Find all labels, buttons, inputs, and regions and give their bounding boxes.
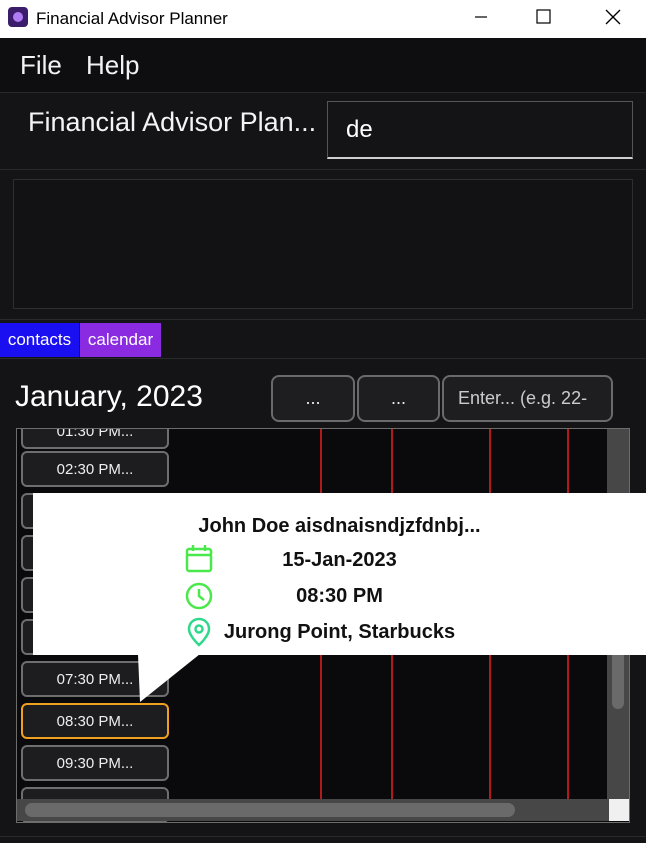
tab-calendar[interactable]: calendar	[80, 323, 161, 357]
horizontal-scrollbar[interactable]	[17, 799, 609, 821]
time-slot[interactable]: 01:30 PM...	[21, 429, 169, 449]
popup-pointer	[138, 654, 200, 702]
time-slot-active[interactable]: 08:30 PM...	[21, 703, 169, 739]
month-label: January, 2023	[15, 380, 203, 413]
event-date: 15-Jan-2023	[282, 549, 397, 571]
event-location: Jurong Point, Starbucks	[223, 621, 456, 643]
minimize-button[interactable]	[458, 0, 504, 34]
event-time: 08:30 PM	[296, 585, 383, 607]
tab-contacts[interactable]: contacts	[0, 323, 79, 357]
app-icon	[8, 7, 28, 27]
page-title: Financial Advisor Plan...	[28, 107, 317, 137]
minimize-icon	[475, 16, 487, 18]
result-display	[13, 179, 633, 309]
maximize-icon	[536, 9, 551, 24]
prev-month-button[interactable]: ...	[271, 375, 355, 422]
menu-file[interactable]: File	[20, 50, 62, 81]
horizontal-scroll-thumb[interactable]	[25, 803, 515, 817]
close-button[interactable]	[590, 0, 636, 34]
next-month-button[interactable]: ...	[357, 375, 440, 422]
event-title: John Doe aisdnaisndjzfdnbj...	[198, 515, 481, 537]
close-icon	[605, 9, 621, 25]
header: Financial Advisor Plan...	[0, 93, 646, 170]
window-title: Financial Advisor Planner	[36, 9, 228, 28]
scrollbar-corner	[609, 799, 629, 821]
menu-bar: File Help	[0, 38, 646, 93]
divider	[0, 836, 646, 837]
event-popup: John Doe aisdnaisndjzfdnbj... 15-Jan-202…	[33, 493, 646, 655]
command-input[interactable]	[327, 101, 633, 159]
tab-strip: contacts calendar	[0, 319, 646, 359]
maximize-button[interactable]	[521, 0, 567, 34]
time-slot[interactable]: 02:30 PM...	[21, 451, 169, 487]
title-bar: Financial Advisor Planner	[0, 0, 646, 38]
menu-help[interactable]: Help	[86, 50, 139, 81]
date-input[interactable]: Enter... (e.g. 22-	[442, 375, 613, 422]
time-slot[interactable]: 09:30 PM...	[21, 745, 169, 781]
